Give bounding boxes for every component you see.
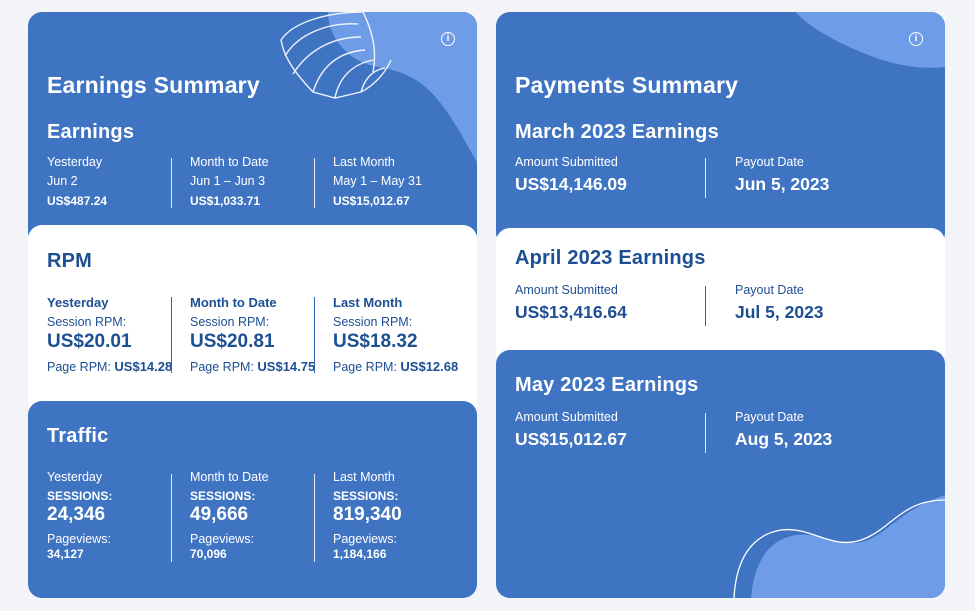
- divider: [314, 158, 315, 208]
- month-heading: April 2023 Earnings: [515, 247, 706, 269]
- rpm-col-last-month: Last Month Session RPM: US$18.32 Page RP…: [333, 295, 458, 374]
- amount-value: US$14,146.09: [515, 174, 627, 194]
- pageviews-value: 70,096: [190, 547, 227, 561]
- period-label: Last Month: [333, 470, 395, 484]
- traffic-col-month-to-date: Month to Date SESSIONS: 49,666 Pageviews…: [190, 470, 269, 561]
- session-rpm-label: Session RPM:: [190, 315, 270, 329]
- payments-summary-card: i Payments Summary March 2023 Earnings A…: [496, 12, 945, 247]
- rpm-card: RPM Yesterday Session RPM: US$20.01 Page…: [28, 225, 477, 415]
- session-rpm-label: Session RPM:: [333, 315, 413, 329]
- divider: [314, 297, 315, 373]
- sessions-value: 819,340: [333, 504, 402, 525]
- payout-col: Payout Date Aug 5, 2023: [735, 410, 832, 450]
- traffic-col-last-month: Last Month SESSIONS: 819,340 Pageviews: …: [333, 470, 402, 561]
- traffic-heading: Traffic: [47, 425, 109, 447]
- page-rpm-value: US$12.68: [400, 359, 459, 374]
- monstera-leaf-icon: [280, 12, 392, 99]
- period-heading: Last Month: [333, 295, 403, 310]
- period-heading: Month to Date: [190, 295, 277, 310]
- traffic-card: Traffic Yesterday SESSIONS: 24,346 Pagev…: [28, 401, 477, 598]
- divider: [705, 286, 706, 326]
- amount-label: Amount Submitted: [515, 410, 618, 424]
- page-rpm-label: Page RPM:: [47, 360, 111, 374]
- sessions-value: 24,346: [47, 504, 106, 525]
- divider: [705, 413, 706, 453]
- amount-col: Amount Submitted US$14,146.09: [515, 155, 627, 195]
- may-earnings-card: May 2023 Earnings Amount Submitted US$15…: [496, 350, 945, 598]
- divider: [171, 297, 172, 373]
- period-range: Jun 2: [47, 174, 78, 188]
- divider: [171, 158, 172, 208]
- payout-col: Payout Date Jun 5, 2023: [735, 155, 829, 195]
- divider: [314, 474, 315, 562]
- sessions-value: 49,666: [190, 504, 249, 525]
- period-label: Yesterday: [47, 470, 103, 484]
- pageviews-value: 34,127: [47, 547, 84, 561]
- earnings-col-yesterday: Yesterday Jun 2 US$487.24: [47, 155, 107, 208]
- period-label: Last Month: [333, 155, 395, 169]
- payout-value: Aug 5, 2023: [735, 429, 833, 449]
- pageviews-label: Pageviews:: [190, 532, 254, 546]
- divider: [705, 158, 706, 198]
- month-heading: May 2023 Earnings: [515, 374, 699, 396]
- amount-value: US$15,012.67: [515, 429, 627, 449]
- session-rpm-value: US$20.81: [190, 331, 275, 352]
- amount-col: Amount Submitted US$15,012.67: [515, 410, 627, 450]
- page-rpm-row: Page RPM: US$14.75: [190, 359, 315, 374]
- pageviews-value: 1,184,166: [333, 547, 387, 561]
- sessions-label: SESSIONS:: [333, 489, 399, 503]
- page-rpm-row: Page RPM: US$14.28: [47, 359, 172, 374]
- session-rpm-value: US$20.01: [47, 331, 132, 352]
- pageviews-label: Pageviews:: [47, 532, 111, 546]
- earnings-summary-card: i Earnings Summary Earnings Yesterday Ju…: [28, 12, 477, 247]
- page-rpm-value: US$14.75: [257, 359, 316, 374]
- page-rpm-row: Page RPM: US$12.68: [333, 359, 458, 374]
- page-rpm-label: Page RPM:: [333, 360, 397, 374]
- earnings-value: US$487.24: [47, 194, 108, 208]
- sessions-label: SESSIONS:: [47, 489, 113, 503]
- sessions-label: SESSIONS:: [190, 489, 256, 503]
- info-icon[interactable]: i: [441, 32, 455, 46]
- pageviews-label: Pageviews:: [333, 532, 397, 546]
- period-label: Month to Date: [190, 155, 269, 169]
- period-range: May 1 – May 31: [333, 174, 422, 188]
- rpm-heading: RPM: [47, 250, 93, 272]
- divider: [171, 474, 172, 562]
- traffic-col-yesterday: Yesterday SESSIONS: 24,346 Pageviews: 34…: [47, 470, 112, 561]
- earnings-value: US$15,012.67: [333, 194, 410, 208]
- period-label: Yesterday: [47, 155, 103, 169]
- page-rpm-value: US$14.28: [114, 359, 173, 374]
- payments-title: Payments Summary: [515, 72, 739, 98]
- april-earnings-card: April 2023 Earnings Amount Submitted US$…: [496, 228, 945, 368]
- amount-label: Amount Submitted: [515, 283, 618, 297]
- info-icon[interactable]: i: [909, 32, 923, 46]
- rpm-col-month-to-date: Month to Date Session RPM: US$20.81 Page…: [190, 295, 315, 374]
- session-rpm-value: US$18.32: [333, 331, 418, 352]
- payout-label: Payout Date: [735, 283, 804, 297]
- payout-label: Payout Date: [735, 410, 804, 424]
- earnings-col-month-to-date: Month to Date Jun 1 – Jun 3 US$1,033.71: [190, 155, 269, 208]
- earnings-heading: Earnings: [47, 121, 135, 143]
- earnings-value: US$1,033.71: [190, 194, 261, 208]
- period-range: Jun 1 – Jun 3: [190, 174, 266, 188]
- payout-label: Payout Date: [735, 155, 804, 169]
- amount-value: US$13,416.64: [515, 302, 627, 322]
- session-rpm-label: Session RPM:: [47, 315, 127, 329]
- amount-col: Amount Submitted US$13,416.64: [515, 283, 627, 323]
- payout-value: Jul 5, 2023: [735, 302, 824, 322]
- amount-label: Amount Submitted: [515, 155, 618, 169]
- rpm-col-yesterday: Yesterday Session RPM: US$20.01 Page RPM…: [47, 295, 172, 374]
- page-rpm-label: Page RPM:: [190, 360, 254, 374]
- payout-value: Jun 5, 2023: [735, 174, 830, 194]
- period-label: Month to Date: [190, 470, 269, 484]
- month-heading: March 2023 Earnings: [515, 121, 719, 143]
- earnings-col-last-month: Last Month May 1 – May 31 US$15,012.67: [333, 155, 422, 208]
- page-title: Earnings Summary: [47, 72, 260, 98]
- payout-col: Payout Date Jul 5, 2023: [735, 283, 824, 323]
- period-heading: Yesterday: [47, 295, 109, 310]
